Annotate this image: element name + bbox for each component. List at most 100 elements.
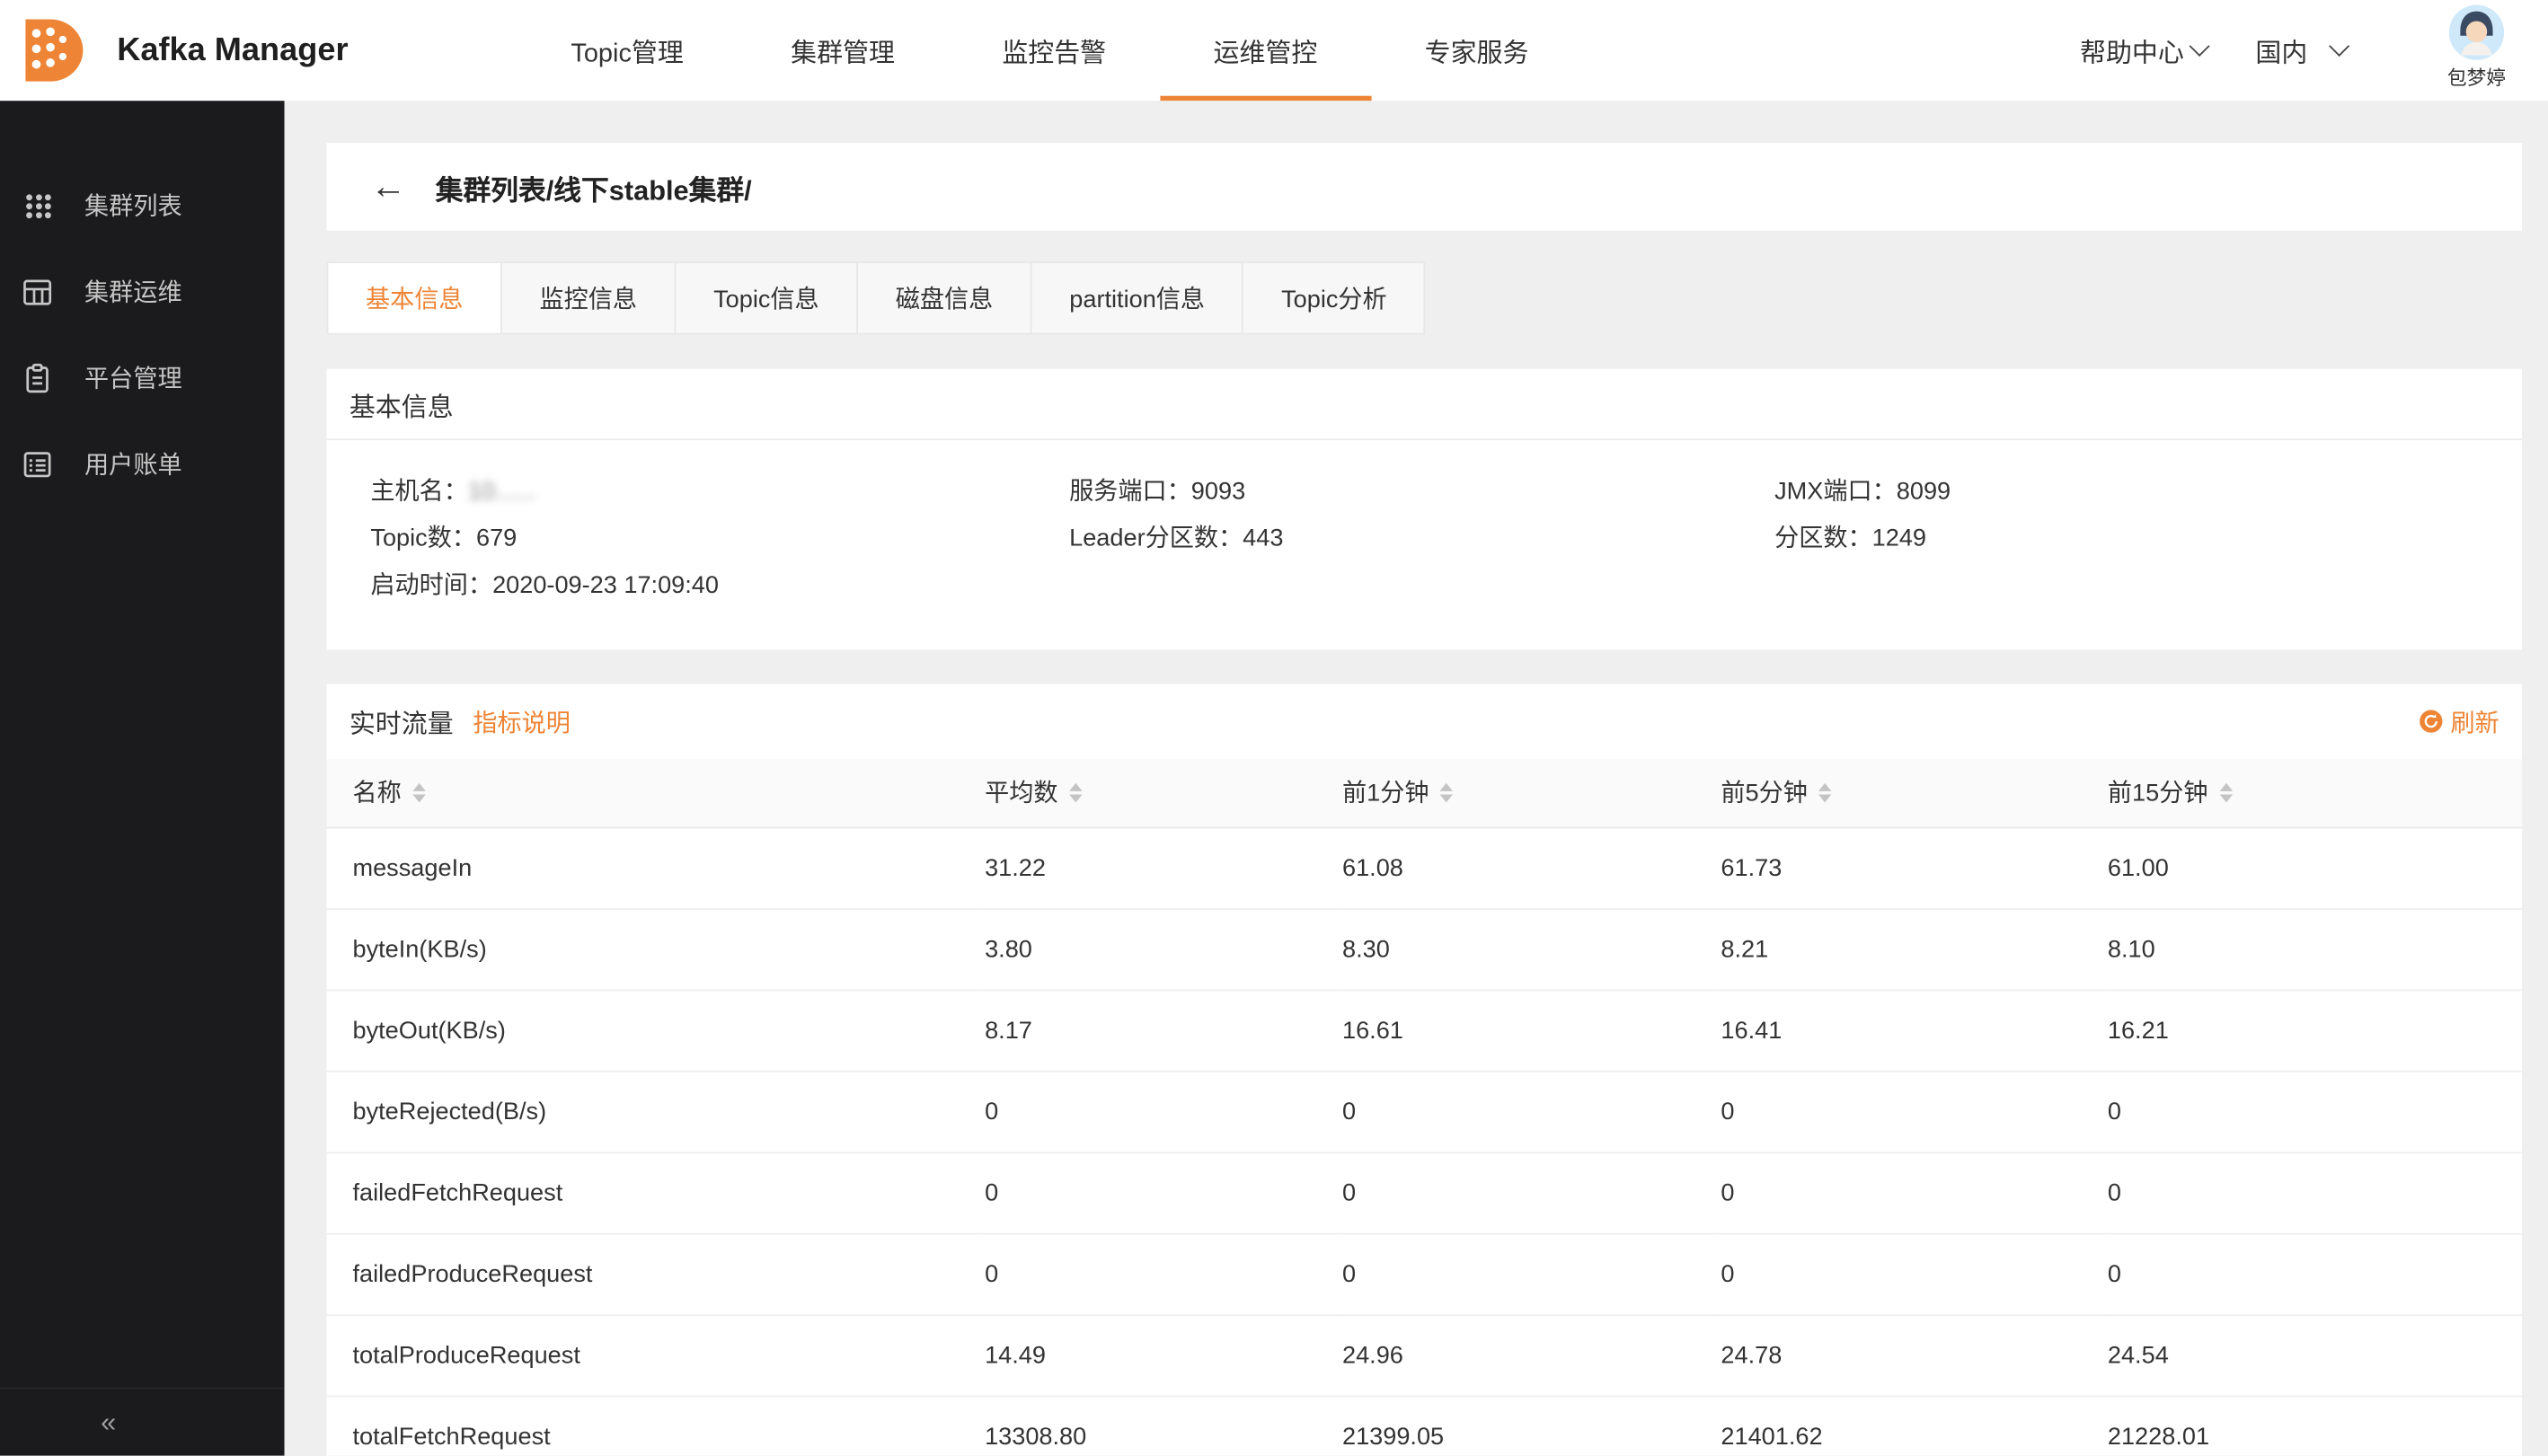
field-value: 679: [476, 525, 517, 552]
metric-value: 0: [1720, 1152, 2106, 1232]
cluster-list-icon: [22, 190, 54, 222]
sort-icon: [1440, 782, 1453, 802]
avatar: [2449, 4, 2504, 59]
sidebar-item-label: 集群列表: [84, 189, 182, 223]
metric-name: byteOut(KB/s): [327, 989, 984, 1070]
main-content: ← 集群列表/线下stable集群/ 基本信息 监控信息 Topic信息 磁盘信…: [285, 101, 2548, 1455]
column-last-5min[interactable]: 前5分钟: [1720, 759, 2106, 827]
metric-name: failedFetchRequest: [327, 1152, 984, 1232]
metric-value: 61.00: [2106, 827, 2522, 908]
column-last-15min[interactable]: 前15分钟: [2106, 759, 2522, 827]
realtime-flow-title: 实时流量: [349, 702, 454, 740]
page-title: 集群列表/线下stable集群/: [436, 166, 752, 207]
metric-value: 21228.01: [2106, 1396, 2522, 1456]
tab-topic-analysis[interactable]: Topic分析: [1243, 261, 1426, 334]
metric-name: byteIn(KB/s): [327, 908, 984, 989]
metric-value: 0: [983, 1152, 1340, 1232]
table-row: failedProduceRequest 0 0 0 0: [327, 1233, 2523, 1314]
sidebar-item-cluster-ops[interactable]: 集群运维: [0, 249, 285, 335]
metric-value: 0: [983, 1233, 1340, 1314]
chevron-down-icon: [2329, 36, 2349, 57]
tab-basic-info[interactable]: 基本信息: [327, 261, 502, 334]
basic-info-fields: 主机名：10...... 服务端口：9093 JMX端口：8099 Topic数…: [327, 440, 2523, 649]
metric-value: 14.49: [983, 1314, 1340, 1395]
field-label: 服务端口：: [1069, 478, 1191, 506]
field-start-time: 启动时间：2020-09-23 17:09:40: [370, 562, 1069, 609]
table-header-row: 名称 平均数 前1分钟 前5分钟 前15分钟: [327, 759, 2523, 827]
refresh-button[interactable]: 刷新: [2420, 704, 2499, 738]
nav-expert-service[interactable]: 专家服务: [1371, 0, 1582, 101]
sidebar-item-cluster-list[interactable]: 集群列表: [0, 163, 285, 249]
metric-value: 0: [1720, 1233, 2106, 1314]
table-row: messageIn 31.22 61.08 61.73 61.00: [327, 827, 2523, 908]
nav-cluster-management[interactable]: 集群管理: [737, 0, 948, 101]
table-row: byteRejected(B/s) 0 0 0 0: [327, 1071, 2523, 1152]
cluster-ops-icon: [22, 276, 54, 308]
tab-partition-info[interactable]: partition信息: [1032, 261, 1244, 334]
metric-value: 8.10: [2106, 908, 2522, 989]
tab-topic-info[interactable]: Topic信息: [676, 261, 858, 334]
metric-value: 3.80: [983, 908, 1340, 989]
breadcrumb: ← 集群列表/线下stable集群/: [327, 143, 2523, 231]
table-row: byteIn(KB/s) 3.80 8.30 8.21 8.10: [327, 908, 2523, 989]
column-last-1min[interactable]: 前1分钟: [1340, 759, 1719, 827]
column-label: 前15分钟: [2108, 775, 2208, 809]
tab-bar: 基本信息 监控信息 Topic信息 磁盘信息 partition信息 Topic…: [327, 261, 2523, 334]
back-button[interactable]: ←: [370, 169, 406, 205]
metrics-explain-link[interactable]: 指标说明: [473, 704, 571, 738]
nav-topic-management[interactable]: Topic管理: [518, 0, 738, 101]
basic-info-card-title: 基本信息: [327, 369, 2523, 441]
realtime-flow-header: 实时流量 指标说明 刷新: [327, 684, 2523, 758]
metric-name: totalFetchRequest: [327, 1396, 984, 1456]
region-label: 国内: [2255, 31, 2307, 69]
metric-value: 16.61: [1340, 989, 1719, 1070]
user-billing-icon: [22, 447, 54, 480]
column-label: 平均数: [985, 775, 1057, 809]
sort-icon: [1069, 782, 1082, 802]
field-label: 启动时间：: [370, 572, 492, 600]
nav-monitor-alert[interactable]: 监控告警: [949, 0, 1160, 101]
sidebar-item-label: 集群运维: [84, 275, 182, 309]
metric-value: 8.17: [983, 989, 1340, 1070]
tab-monitor-info[interactable]: 监控信息: [502, 261, 677, 334]
help-center-dropdown[interactable]: 帮助中心: [2080, 31, 2207, 69]
sidebar-item-label: 用户账单: [84, 446, 182, 481]
metric-name: totalProduceRequest: [327, 1314, 984, 1395]
sort-icon: [2219, 782, 2232, 802]
app-logo-icon: [16, 16, 84, 84]
column-label: 名称: [352, 775, 401, 809]
field-label: Topic数：: [370, 525, 476, 552]
table-row: byteOut(KB/s) 8.17 16.61 16.41 16.21: [327, 989, 2523, 1070]
sidebar-item-label: 平台管理: [84, 361, 182, 395]
metric-value: 0: [983, 1071, 1340, 1152]
column-avg[interactable]: 平均数: [983, 759, 1340, 827]
realtime-metrics-table: 名称 平均数 前1分钟 前5分钟 前15分钟 messageIn 31.22 6…: [327, 759, 2523, 1456]
platform-management-icon: [22, 361, 54, 393]
table-row: totalProduceRequest 14.49 24.96 24.78 24…: [327, 1314, 2523, 1395]
metric-value: 0: [2106, 1152, 2522, 1232]
column-label: 前1分钟: [1342, 775, 1429, 809]
field-label: 分区数：: [1774, 525, 1872, 552]
metric-value: 16.41: [1720, 989, 2106, 1070]
metric-name: byteRejected(B/s): [327, 1071, 984, 1152]
username-label: 包梦婷: [2447, 64, 2506, 92]
sidebar-item-user-billing[interactable]: 用户账单: [0, 420, 285, 507]
field-topic-count: Topic数：679: [370, 515, 1069, 561]
column-label: 前5分钟: [1721, 775, 1807, 809]
column-name[interactable]: 名称: [327, 759, 984, 827]
sidebar: 集群列表 集群运维 平台管理: [0, 101, 285, 1455]
top-nav: Topic管理 集群管理 监控告警 运维管控 专家服务: [518, 0, 1582, 101]
realtime-flow-card: 实时流量 指标说明 刷新 名称: [327, 684, 2523, 1455]
metric-value: 24.96: [1340, 1314, 1719, 1395]
metric-value: 16.21: [2106, 989, 2522, 1070]
help-center-label: 帮助中心: [2080, 31, 2184, 69]
user-menu[interactable]: 包梦婷: [2447, 0, 2506, 91]
sidebar-collapse-button[interactable]: «: [0, 1388, 285, 1456]
sidebar-item-platform-management[interactable]: 平台管理: [0, 335, 285, 421]
basic-info-card: 基本信息 主机名：10...... 服务端口：9093 JMX端口：8099 T…: [327, 369, 2523, 650]
tab-disk-info[interactable]: 磁盘信息: [858, 261, 1032, 334]
nav-ops-control[interactable]: 运维管控: [1160, 0, 1371, 101]
region-dropdown[interactable]: 国内: [2255, 31, 2346, 69]
field-service-port: 服务端口：9093: [1069, 468, 1774, 515]
field-label: Leader分区数：: [1069, 525, 1243, 552]
